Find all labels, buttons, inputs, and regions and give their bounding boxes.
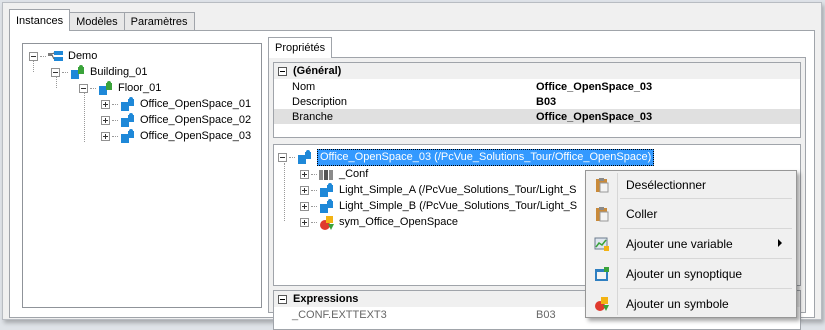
paste-icon	[588, 206, 616, 222]
puzzle-icon	[297, 149, 313, 166]
menu-item-label: Ajouter un symbole	[626, 297, 729, 311]
tree-node-label: Office_OpenSpace_02	[140, 114, 252, 126]
collapse-icon[interactable]	[278, 153, 287, 162]
collapse-icon[interactable]	[51, 68, 60, 77]
collapse-icon[interactable]	[29, 52, 38, 61]
category-title: Expressions	[293, 293, 359, 305]
puzzle-icon	[98, 80, 114, 97]
expand-icon[interactable]	[101, 100, 110, 109]
context-menu: Desélectionner Coller Ajouter une variab…	[585, 170, 797, 318]
add-symbol-icon	[588, 296, 616, 312]
expand-icon[interactable]	[300, 202, 309, 211]
puzzle-icon	[319, 182, 335, 199]
property-row-description[interactable]: Description B03	[274, 94, 800, 109]
network-root-icon	[48, 49, 64, 65]
menu-item-label: Ajouter un synoptique	[626, 267, 743, 281]
tab-instances[interactable]: Instances	[9, 9, 71, 31]
expand-icon[interactable]	[300, 218, 309, 227]
expand-icon[interactable]	[300, 170, 309, 179]
property-value: Office_OpenSpace_03	[536, 80, 653, 93]
property-value: Office_OpenSpace_03	[536, 110, 653, 123]
property-key: Branche	[292, 110, 333, 123]
content-node-light-b[interactable]: Light_Simple_B (/PcVue_Solutions_Tour/Li…	[300, 198, 577, 215]
property-row-name[interactable]: Nom Office_OpenSpace_03	[274, 79, 800, 94]
menu-item-label: Coller	[626, 207, 658, 221]
tree-node-label: Office_OpenSpace_03	[140, 130, 252, 142]
content-node-conf[interactable]: _Conf	[300, 166, 368, 183]
expand-icon[interactable]	[101, 132, 110, 141]
menu-item-paste[interactable]: Coller	[588, 202, 794, 226]
property-value: B03	[536, 308, 556, 321]
tree-node-label: sym_Office_OpenSpace	[339, 216, 459, 228]
category-title: (Général)	[293, 65, 342, 77]
expand-icon[interactable]	[300, 186, 309, 195]
symbol-icon	[319, 215, 335, 231]
tree-node-office-01[interactable]: Office_OpenSpace_01	[101, 96, 251, 113]
tree-node-floor[interactable]: Floor_01	[79, 80, 161, 97]
tree-node-label: Light_Simple_A (/PcVue_Solutions_Tour/Li…	[339, 184, 577, 196]
puzzle-icon	[319, 198, 335, 215]
puzzle-icon	[120, 96, 136, 113]
content-node-root[interactable]: Office_OpenSpace_03 (/PcVue_Solutions_To…	[278, 149, 655, 166]
property-key: Description	[292, 95, 348, 108]
add-mimic-icon	[588, 266, 616, 282]
property-row-branch[interactable]: Branche Office_OpenSpace_03	[274, 109, 800, 124]
tab-properties[interactable]: Propriétés	[268, 37, 333, 58]
tree-node-label: Light_Simple_B (/PcVue_Solutions_Tour/Li…	[339, 200, 578, 212]
property-value: B03	[536, 95, 557, 108]
clipboard-icon	[588, 177, 616, 193]
menu-item-add-mimic[interactable]: Ajouter un synoptique	[588, 262, 794, 286]
collapse-icon[interactable]	[278, 294, 287, 304]
menu-item-deselect[interactable]: Desélectionner	[588, 173, 794, 197]
tree-node-label: _Conf	[339, 168, 369, 180]
puzzle-icon	[70, 64, 86, 81]
puzzle-icon	[120, 112, 136, 129]
tree-node-label: Office_OpenSpace_01	[140, 98, 252, 110]
tree-node-demo[interactable]: Demo	[29, 48, 97, 65]
tree-node-label: Office_OpenSpace_03 (/PcVue_Solutions_To…	[317, 149, 655, 166]
tree-node-office-03[interactable]: Office_OpenSpace_03	[101, 128, 251, 145]
menu-item-label: Desélectionner	[626, 178, 707, 192]
top-tab-strip: Instances Modèles Paramètres	[9, 9, 195, 31]
general-property-grid: (Général) Nom Office_OpenSpace_03 Descri…	[273, 62, 801, 138]
submenu-arrow-icon	[778, 239, 782, 247]
collapse-icon[interactable]	[278, 66, 287, 76]
category-general[interactable]: (Général)	[274, 63, 800, 79]
tree-node-office-02[interactable]: Office_OpenSpace_02	[101, 112, 251, 129]
menu-item-add-variable[interactable]: Ajouter une variable	[588, 232, 794, 256]
main-window: Instances Modèles Paramètres Demo Buildi…	[2, 2, 822, 330]
instance-tree-panel[interactable]: Demo Building_01 Floor_01 Office_OpenSpa…	[22, 43, 262, 308]
menu-item-add-symbol[interactable]: Ajouter un symbole	[588, 292, 794, 316]
variable-folder-icon	[319, 167, 335, 183]
tree-node-building[interactable]: Building_01	[51, 64, 148, 81]
expand-icon[interactable]	[101, 116, 110, 125]
tree-node-label: Floor_01	[118, 82, 162, 94]
add-variable-icon	[588, 236, 616, 252]
property-key: _CONF.EXTTEXT3	[292, 308, 387, 321]
content-node-symbol[interactable]: sym_Office_OpenSpace	[300, 214, 458, 231]
content-node-light-a[interactable]: Light_Simple_A (/PcVue_Solutions_Tour/Li…	[300, 182, 576, 199]
tab-models[interactable]: Modèles	[69, 12, 125, 31]
puzzle-icon	[120, 128, 136, 145]
tree-node-label: Demo	[68, 50, 98, 62]
collapse-icon[interactable]	[79, 84, 88, 93]
property-key: Nom	[292, 80, 316, 93]
tab-parameters[interactable]: Paramètres	[123, 12, 195, 31]
menu-item-label: Ajouter une variable	[626, 237, 733, 251]
tree-node-label: Building_01	[90, 66, 148, 78]
